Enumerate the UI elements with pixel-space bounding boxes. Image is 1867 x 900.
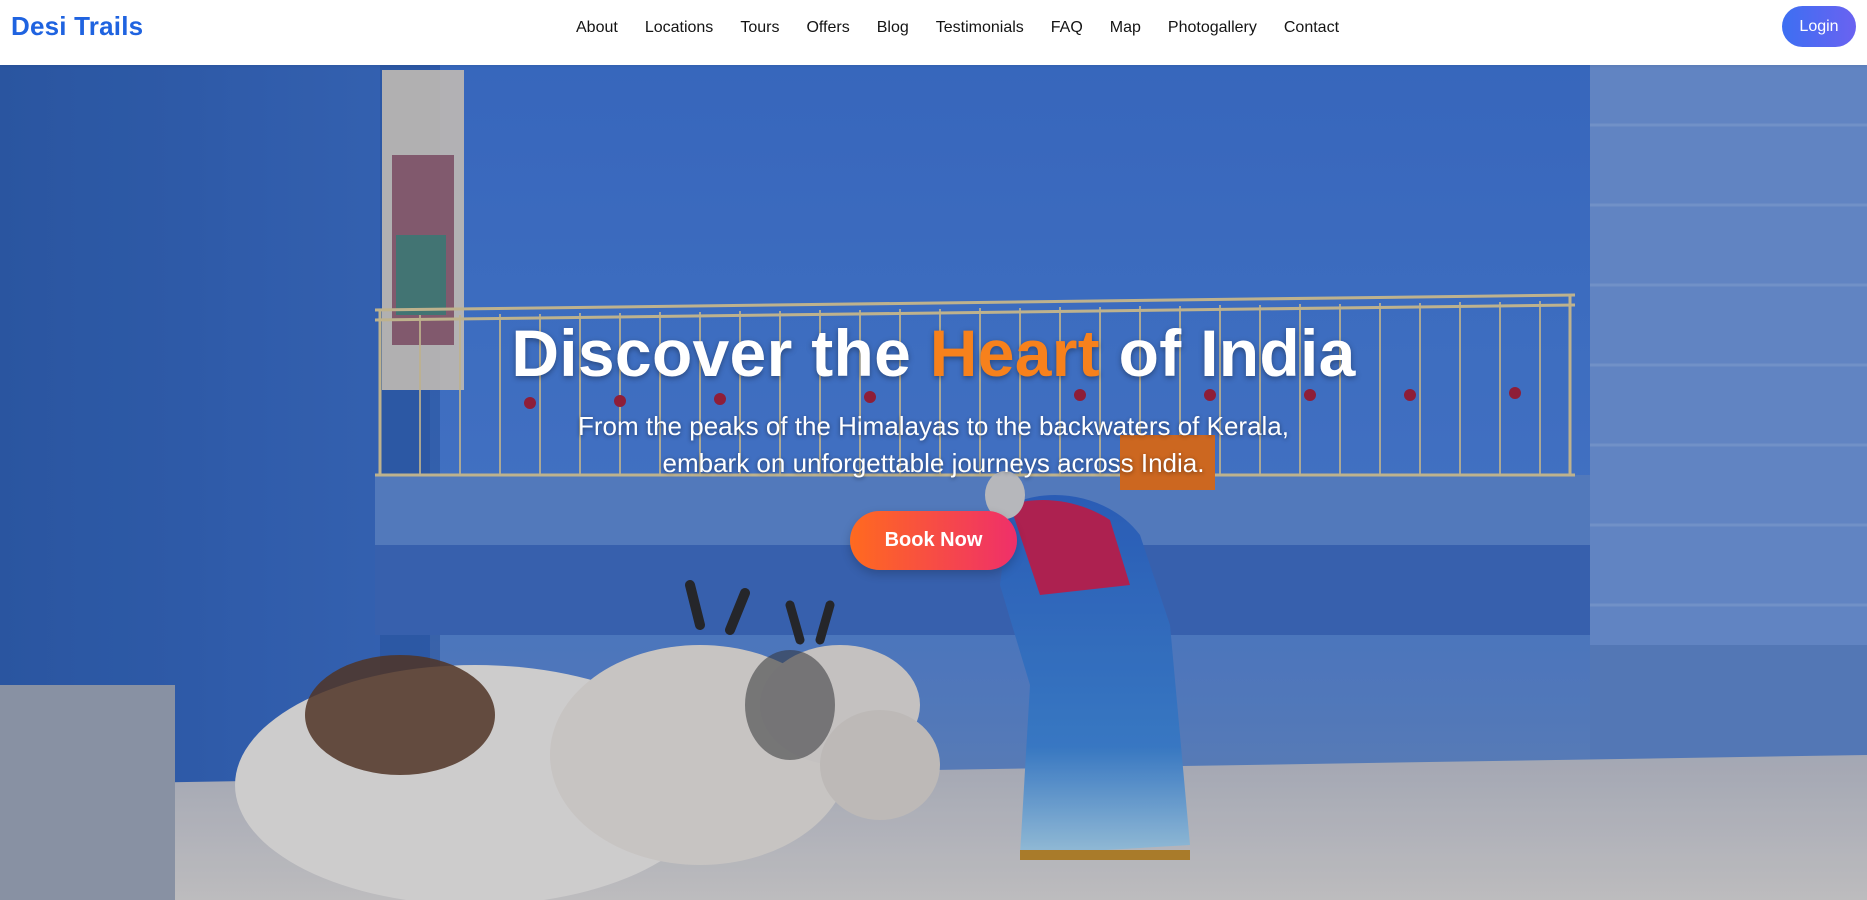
nav-item-photogallery[interactable]: Photogallery [1168,19,1257,37]
nav-item-contact[interactable]: Contact [1284,19,1339,37]
hero-subtitle: From the peaks of the Himalayas to the b… [577,411,1289,478]
book-now-button[interactable]: Book Now [850,511,1017,570]
hero-title: Discover the Heart of India [0,312,1867,394]
site-header: Desi Trails About Locations Tours Offers… [0,0,1867,65]
login-button[interactable]: Login [1782,6,1856,47]
hero-section: Discover the Heart of India From the pea… [0,65,1867,900]
brand-logo[interactable]: Desi Trails [11,11,143,42]
nav-item-offers[interactable]: Offers [806,19,849,37]
nav-item-blog[interactable]: Blog [877,19,909,37]
nav-item-faq[interactable]: FAQ [1051,19,1083,37]
nav-item-tours[interactable]: Tours [740,19,779,37]
hero-content: Discover the Heart of India From the pea… [0,312,1867,570]
nav-item-map[interactable]: Map [1110,19,1141,37]
nav-item-locations[interactable]: Locations [645,19,714,37]
hero-title-end: of India [1099,316,1356,390]
hero-title-accent: Heart [929,316,1100,390]
hero-title-start: Discover the [511,316,930,390]
main-nav: About Locations Tours Offers Blog Testim… [576,0,1366,55]
nav-item-testimonials[interactable]: Testimonials [936,19,1024,37]
nav-item-about[interactable]: About [576,19,618,37]
